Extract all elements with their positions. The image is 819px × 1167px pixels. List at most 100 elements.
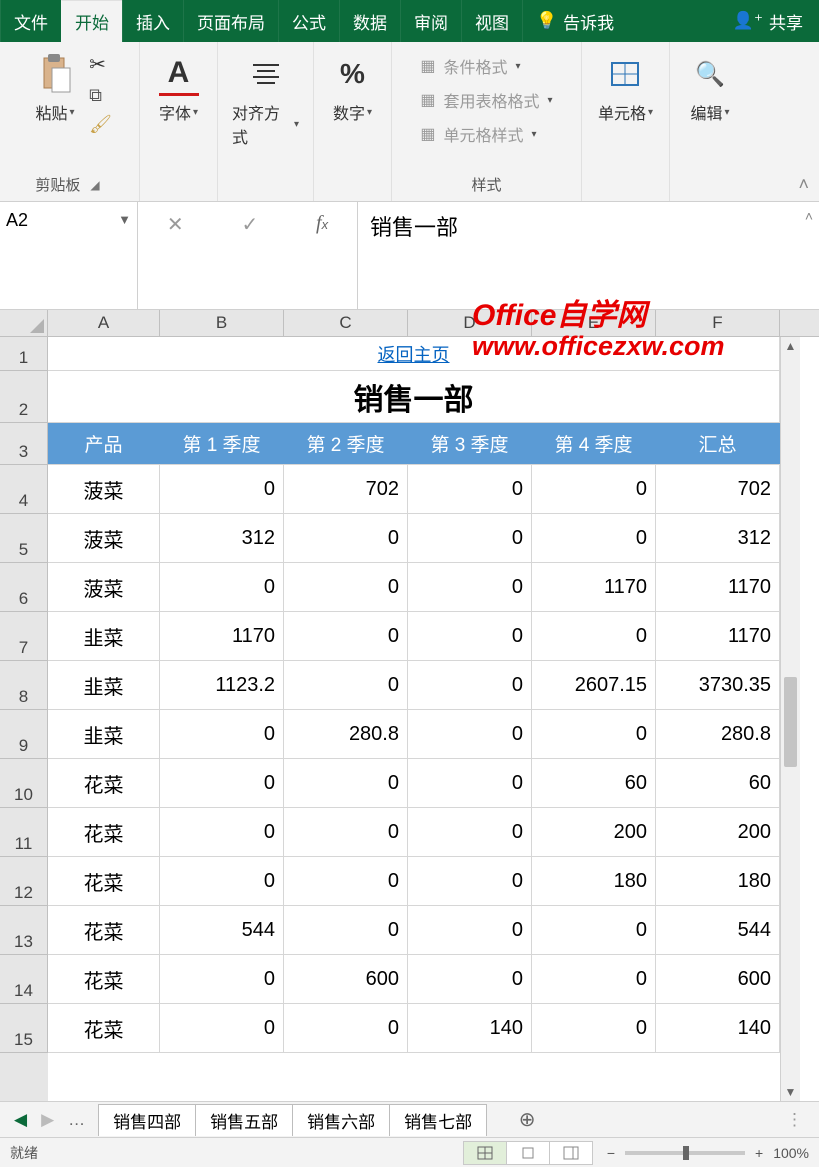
col-header-D[interactable]: D [408, 310, 532, 336]
row-header[interactable]: 1 [0, 337, 48, 371]
row-header[interactable]: 12 [0, 857, 48, 906]
cell[interactable]: 0 [408, 514, 532, 562]
cell[interactable]: 702 [284, 465, 408, 513]
cell[interactable]: 140 [408, 1004, 532, 1052]
cell[interactable]: 0 [160, 857, 284, 905]
name-box[interactable]: A2 ▼ [0, 202, 138, 309]
col-header-E[interactable]: E [532, 310, 656, 336]
cell[interactable]: 0 [160, 563, 284, 611]
cell[interactable]: 菠菜 [48, 563, 160, 611]
cell[interactable]: 0 [408, 661, 532, 709]
cell[interactable]: 140 [656, 1004, 780, 1052]
back-to-home-link[interactable]: 返回主页 [378, 341, 450, 367]
collapse-ribbon-icon[interactable]: ˄ [798, 174, 809, 195]
cell[interactable]: 0 [160, 955, 284, 1003]
cell[interactable]: 花菜 [48, 759, 160, 807]
font-button[interactable]: A 字体▾ [151, 48, 207, 128]
cell[interactable]: 第 3 季度 [408, 423, 532, 464]
cell[interactable]: 0 [160, 1004, 284, 1052]
cell[interactable]: 0 [408, 759, 532, 807]
cell[interactable]: 0 [284, 563, 408, 611]
row-header[interactable]: 3 [0, 423, 48, 465]
conditional-formatting-button[interactable]: ▦条件格式▾ [420, 54, 520, 78]
cell[interactable]: 0 [532, 906, 656, 954]
view-normal-button[interactable] [463, 1141, 507, 1165]
cell[interactable]: 0 [532, 1004, 656, 1052]
format-painter-icon[interactable]: 🖌 [89, 114, 112, 135]
cell[interactable]: 0 [284, 906, 408, 954]
sheet-tab[interactable]: 销售七部 [389, 1104, 487, 1136]
zoom-out-button[interactable]: − [607, 1145, 615, 1161]
cell[interactable]: 0 [160, 808, 284, 856]
expand-formula-icon[interactable]: ˄ [805, 208, 813, 224]
row-header[interactable]: 8 [0, 661, 48, 710]
cell[interactable]: 0 [408, 906, 532, 954]
cell[interactable]: 0 [284, 612, 408, 660]
vertical-scrollbar[interactable]: ▲ ▼ [780, 337, 800, 1101]
sheet-title[interactable]: 销售一部 [48, 371, 780, 422]
cell[interactable]: 1170 [532, 563, 656, 611]
cell[interactable]: 0 [532, 710, 656, 758]
tab-review[interactable]: 审阅 [400, 0, 461, 42]
cell[interactable]: 第 4 季度 [532, 423, 656, 464]
cell[interactable]: 60 [532, 759, 656, 807]
col-header-B[interactable]: B [160, 310, 284, 336]
sheet-tab[interactable]: 销售五部 [195, 1104, 293, 1136]
scroll-down-icon[interactable]: ▼ [781, 1085, 800, 1099]
enter-icon[interactable]: ✓ [241, 212, 258, 237]
cell[interactable]: 0 [284, 1004, 408, 1052]
cell[interactable]: 200 [656, 808, 780, 856]
cell[interactable]: 0 [408, 612, 532, 660]
cell[interactable]: 544 [160, 906, 284, 954]
cell[interactable]: 花菜 [48, 857, 160, 905]
number-button[interactable]: % 数字▾ [325, 48, 381, 128]
format-as-table-button[interactable]: ▦套用表格格式▾ [420, 88, 552, 112]
cells-button[interactable]: 单元格▾ [590, 48, 661, 128]
zoom-in-button[interactable]: + [755, 1145, 763, 1161]
cell[interactable]: 0 [532, 955, 656, 1003]
scroll-thumb[interactable] [784, 677, 797, 767]
cell[interactable]: 花菜 [48, 808, 160, 856]
cell[interactable]: 180 [656, 857, 780, 905]
cell[interactable]: 韭菜 [48, 661, 160, 709]
cell[interactable]: 花菜 [48, 906, 160, 954]
sheet-nav-more[interactable]: … [68, 1110, 85, 1130]
col-header-F[interactable]: F [656, 310, 780, 336]
cell[interactable]: 3730.35 [656, 661, 780, 709]
tab-file[interactable]: 文件 [0, 0, 61, 42]
tell-me[interactable]: 💡 告诉我 [522, 0, 627, 42]
cut-icon[interactable]: ✂ [89, 52, 112, 77]
view-page-break-button[interactable] [549, 1141, 593, 1165]
cell[interactable]: 1123.2 [160, 661, 284, 709]
cell[interactable]: 0 [284, 857, 408, 905]
cell[interactable]: 0 [284, 514, 408, 562]
col-header-C[interactable]: C [284, 310, 408, 336]
row-header[interactable]: 9 [0, 710, 48, 759]
cell-styles-button[interactable]: ▦单元格样式▾ [420, 122, 536, 146]
cell[interactable]: 600 [656, 955, 780, 1003]
row-header[interactable]: 7 [0, 612, 48, 661]
cell[interactable]: 0 [160, 465, 284, 513]
cell[interactable]: 0 [532, 514, 656, 562]
row-header[interactable]: 11 [0, 808, 48, 857]
alignment-button[interactable]: 对齐方式▾ [224, 48, 307, 152]
cell[interactable]: 韭菜 [48, 710, 160, 758]
cell[interactable]: 0 [532, 465, 656, 513]
cell[interactable]: 280.8 [656, 710, 780, 758]
cell[interactable]: 花菜 [48, 1004, 160, 1052]
sheet-nav-prev-icon[interactable]: ◀ [14, 1110, 27, 1130]
cell[interactable]: 第 1 季度 [160, 423, 284, 464]
cell[interactable]: 702 [656, 465, 780, 513]
tab-overflow-icon[interactable]: ⋮ [770, 1110, 819, 1130]
tab-view[interactable]: 视图 [461, 0, 522, 42]
cell[interactable]: 0 [408, 808, 532, 856]
cell[interactable]: 0 [284, 808, 408, 856]
cell[interactable]: 0 [408, 710, 532, 758]
cell[interactable]: 1170 [656, 612, 780, 660]
cell[interactable]: 返回主页 [48, 337, 780, 370]
formula-input[interactable]: 销售一部 ˄ [358, 202, 819, 309]
select-all-button[interactable] [0, 310, 48, 336]
fx-icon[interactable]: fx [316, 212, 328, 235]
cell[interactable]: 0 [408, 465, 532, 513]
cell[interactable]: 2607.15 [532, 661, 656, 709]
